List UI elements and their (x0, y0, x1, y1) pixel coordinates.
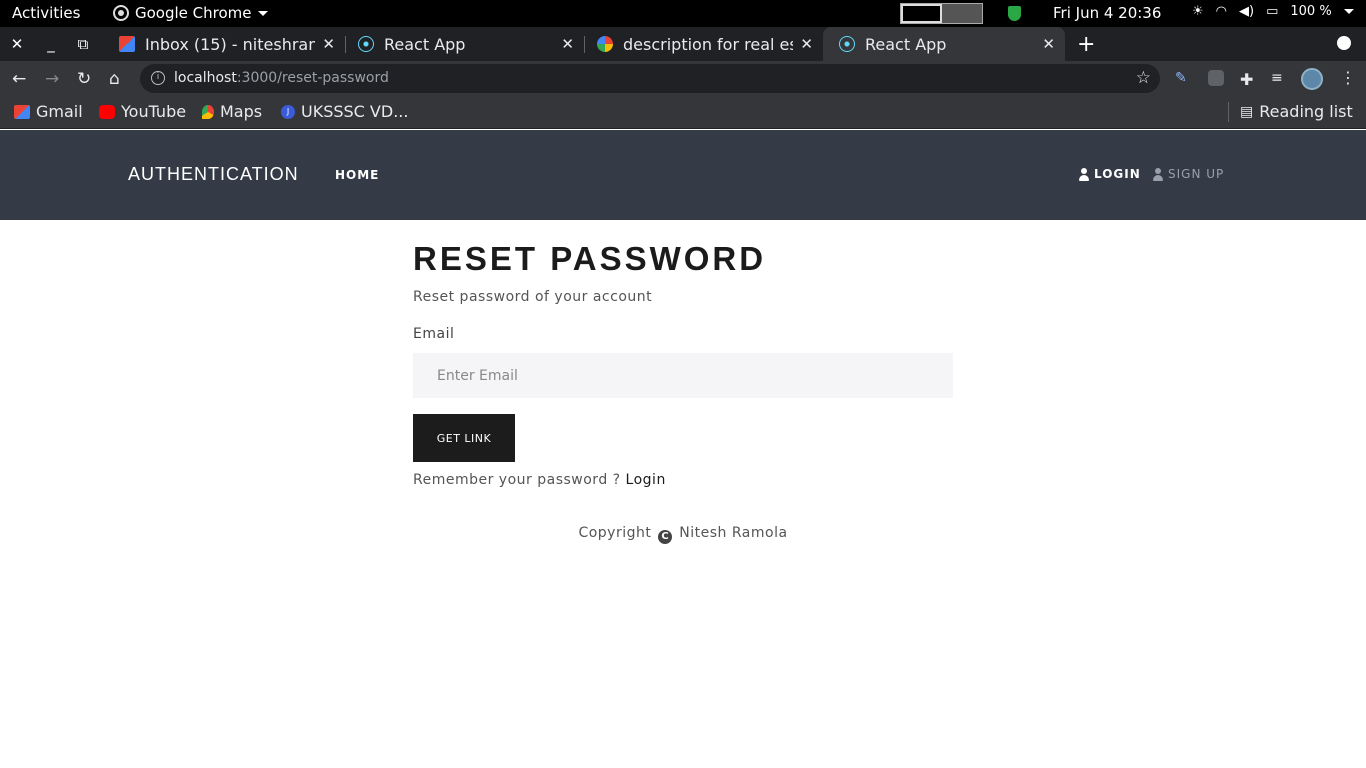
bookmark-j-icon: J (281, 104, 295, 119)
close-window-icon[interactable]: ✕ (8, 35, 26, 53)
copyright-footer: Copyright C Nitesh Ramola (0, 525, 1366, 544)
caret-down-icon (1343, 9, 1354, 14)
workspace-2[interactable] (941, 4, 982, 23)
media-queue-icon[interactable]: ≡ (1271, 70, 1287, 86)
bookmark-separator (1228, 102, 1229, 122)
tab-title: Inbox (15) - niteshramola (145, 34, 315, 54)
tab-title: React App (865, 34, 947, 54)
login-link[interactable]: Login (626, 472, 666, 488)
tab-react-app-1[interactable]: React App ✕ (342, 27, 584, 61)
nav-home-link[interactable]: HOME (335, 168, 379, 182)
close-tab-icon[interactable]: ✕ (322, 35, 335, 53)
user-icon (1079, 167, 1089, 181)
react-icon (358, 36, 374, 52)
remember-password-text: Remember your password ? Login (413, 472, 666, 488)
youtube-icon (99, 104, 115, 119)
profile-avatar[interactable] (1301, 68, 1323, 90)
brand-link[interactable]: AUTHENTICATION (128, 164, 299, 185)
puzzle-extensions-icon[interactable]: ✚ (1240, 70, 1256, 89)
wifi-icon: ◠ (1215, 4, 1227, 19)
tab-title: description for real estate (623, 34, 793, 54)
get-link-button[interactable]: GET LINK (413, 414, 515, 462)
forward-icon[interactable]: → (45, 69, 59, 89)
gmail-icon (14, 104, 30, 119)
app-menu[interactable]: Google Chrome (113, 4, 268, 22)
web-page: AUTHENTICATION HOME LOGIN SIGN UP RESET … (0, 130, 1366, 768)
close-tab-icon[interactable]: ✕ (561, 35, 574, 53)
nav-signup-link[interactable]: SIGN UP (1153, 167, 1224, 181)
address-bar[interactable]: i localhost:3000/reset-password ☆ (140, 64, 1160, 93)
bookmark-ukssc[interactable]: J UKSSSC VD... (281, 102, 408, 121)
page-subtitle: Reset password of your account (413, 289, 653, 305)
react-icon (839, 36, 855, 52)
bookmark-maps[interactable]: Maps (202, 102, 262, 121)
system-top-bar: Activities Google Chrome Fri Jun 4 20:36… (0, 0, 1366, 27)
minimize-window-icon[interactable]: _ (42, 35, 60, 53)
nav-login-label: LOGIN (1094, 167, 1141, 181)
nav-login-link[interactable]: LOGIN (1079, 167, 1141, 181)
reading-list-button[interactable]: ▤ Reading list (1240, 102, 1353, 121)
extension-icon[interactable] (1208, 70, 1224, 86)
email-field[interactable] (413, 353, 953, 398)
status-menu[interactable]: ☀ ◠ ◀) ▭ 100 % (1192, 4, 1354, 19)
copyright-label: Copyright (578, 525, 652, 541)
tab-react-app-active[interactable]: React App ✕ (823, 27, 1065, 61)
volume-icon: ◀) (1239, 4, 1255, 19)
email-label: Email (413, 326, 455, 342)
tab-strip: ✕ _ ⧉ Inbox (15) - niteshramola ✕ React … (0, 27, 1366, 61)
reading-list-icon: ▤ (1240, 103, 1254, 120)
close-tab-icon[interactable]: ✕ (800, 35, 813, 53)
pen-extension-icon[interactable]: ✎ (1175, 70, 1191, 86)
activities-button[interactable]: Activities (12, 4, 80, 22)
brightness-icon: ☀ (1192, 4, 1204, 19)
copyright-icon: C (658, 530, 673, 544)
tab-search-icon[interactable] (1337, 36, 1351, 50)
maps-icon (202, 104, 214, 119)
bookmark-label: Gmail (36, 102, 83, 121)
chrome-icon (113, 5, 129, 21)
bookmark-label: Maps (220, 102, 263, 121)
bookmark-star-icon[interactable]: ☆ (1136, 68, 1151, 88)
remember-label: Remember your password ? (413, 472, 621, 488)
reading-list-label: Reading list (1259, 102, 1353, 121)
reload-icon[interactable]: ↻ (77, 69, 91, 89)
workspace-1[interactable] (901, 4, 942, 23)
menu-kebab-icon[interactable]: ⋮ (1340, 68, 1356, 87)
battery-icon: ▭ (1266, 4, 1279, 19)
new-tab-icon[interactable]: + (1077, 32, 1095, 57)
copyright-author: Nitesh Ramola (679, 525, 788, 541)
app-name: Google Chrome (135, 4, 252, 22)
close-tab-icon[interactable]: ✕ (1042, 35, 1055, 53)
gmail-icon (119, 36, 135, 52)
tab-title: React App (384, 34, 466, 54)
site-navbar: AUTHENTICATION HOME LOGIN SIGN UP (0, 130, 1366, 220)
bookmark-youtube[interactable]: YouTube (99, 102, 186, 121)
home-icon[interactable]: ⌂ (109, 69, 120, 89)
restore-window-icon[interactable]: ⧉ (74, 35, 92, 53)
back-icon[interactable]: ← (12, 69, 26, 89)
tab-inbox[interactable]: Inbox (15) - niteshramola ✕ (103, 27, 345, 61)
caret-down-icon (257, 10, 268, 16)
clock[interactable]: Fri Jun 4 20:36 (1053, 4, 1161, 22)
bookmark-label: YouTube (121, 102, 187, 121)
battery-level: 100 % (1290, 4, 1332, 19)
bookmarks-bar: Gmail YouTube Maps J UKSSSC VD... ▤ Read… (0, 96, 1366, 129)
browser-toolbar: ← → ↻ ⌂ i localhost:3000/reset-password … (0, 61, 1366, 96)
shield-icon[interactable] (1008, 6, 1021, 21)
user-plus-icon (1153, 167, 1163, 181)
bookmark-label: UKSSSC VD... (301, 102, 409, 121)
workspace-switcher[interactable] (900, 3, 983, 24)
tab-description[interactable]: description for real estate ✕ (581, 27, 823, 61)
google-icon (597, 36, 613, 52)
site-info-icon[interactable]: i (151, 71, 165, 85)
page-title: RESET PASSWORD (413, 240, 767, 277)
url-text[interactable]: localhost:3000/reset-password (174, 70, 389, 86)
bookmark-gmail[interactable]: Gmail (14, 102, 83, 121)
nav-signup-label: SIGN UP (1168, 167, 1225, 181)
